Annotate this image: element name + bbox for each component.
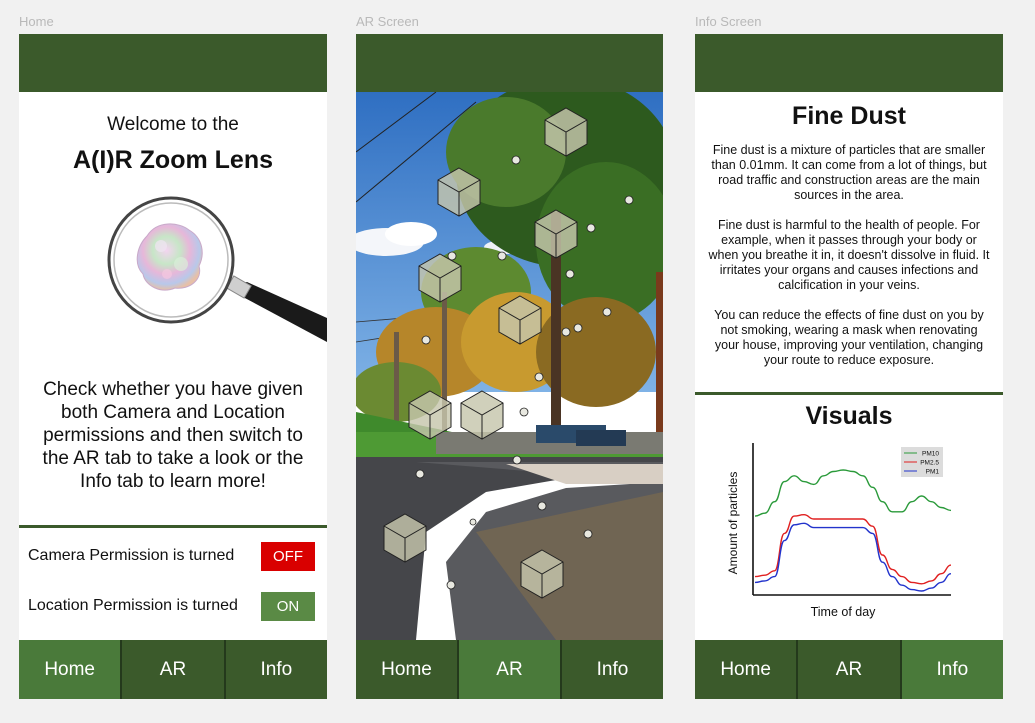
series-line-pm25 — [754, 513, 952, 585]
home-screen: Welcome to the A(I)R Zoom Lens Check whe… — [19, 34, 327, 699]
instructions-text: Check whether you have given both Camera… — [42, 379, 304, 492]
chart-legend: PM10 PM2.5 PM1 — [901, 447, 943, 477]
nav-tab-ar[interactable]: AR — [798, 640, 902, 699]
visuals-title: Visuals — [805, 402, 893, 430]
nav-tab-info[interactable]: Info — [562, 640, 663, 699]
home-divider — [19, 525, 327, 528]
y-axis-label: Amount of particles — [726, 472, 740, 575]
nav-tab-info[interactable]: Info — [901, 640, 1003, 699]
info-paragraph-1: Fine dust is a mixture of particles that… — [711, 143, 987, 202]
camera-permission-label: Camera Permission is turned — [28, 547, 235, 564]
nav-tab-ar[interactable]: AR — [122, 640, 226, 699]
legend-label: PM10 — [922, 451, 939, 458]
camera-permission-row: Camera Permission is turned OFF — [28, 540, 315, 572]
home-nav-bar: Home AR Info — [19, 640, 327, 699]
fine-dust-chart: Time of day Amount of particles PM10 PM2.… — [726, 443, 952, 619]
app-title: A(I)R Zoom Lens — [73, 146, 273, 174]
info-title: Fine Dust — [792, 102, 906, 130]
info-divider — [695, 392, 1003, 395]
ar-header-bar — [356, 34, 663, 92]
location-permission-toggle[interactable]: ON — [261, 591, 315, 621]
camera-permission-toggle[interactable]: OFF — [261, 541, 315, 571]
ar-frame-label: AR Screen — [356, 14, 419, 29]
location-permission-row: Location Permission is turned ON — [28, 590, 315, 622]
nav-tab-info[interactable]: Info — [225, 640, 327, 699]
location-permission-label: Location Permission is turned — [28, 597, 238, 614]
nav-tab-home[interactable]: Home — [695, 640, 799, 699]
ar-nav-bar: Home AR Info — [356, 640, 663, 699]
nav-tab-home[interactable]: Home — [356, 640, 459, 699]
legend-label: PM2.5 — [920, 460, 939, 467]
info-header-bar — [695, 34, 1003, 92]
info-nav-bar: Home AR Info — [695, 640, 1003, 699]
magnifier-dust-icon — [107, 196, 327, 342]
legend-label: PM1 — [926, 469, 940, 476]
info-paragraph-3: You can reduce the effects of fine dust … — [714, 308, 984, 367]
x-axis-label: Time of day — [811, 605, 877, 619]
home-frame-label: Home — [19, 14, 54, 29]
nav-tab-home[interactable]: Home — [19, 640, 123, 699]
ar-camera-view[interactable] — [356, 92, 663, 640]
home-header-bar — [19, 34, 327, 92]
info-paragraph-2: Fine dust is harmful to the health of pe… — [708, 218, 990, 292]
nav-tab-ar[interactable]: AR — [459, 640, 562, 699]
ar-screen: Home AR Info — [356, 34, 663, 699]
info-frame-label: Info Screen — [695, 14, 762, 29]
welcome-text: Welcome to the — [107, 114, 239, 135]
info-screen: Fine Dust Fine dust is a mixture of part… — [695, 34, 1003, 699]
